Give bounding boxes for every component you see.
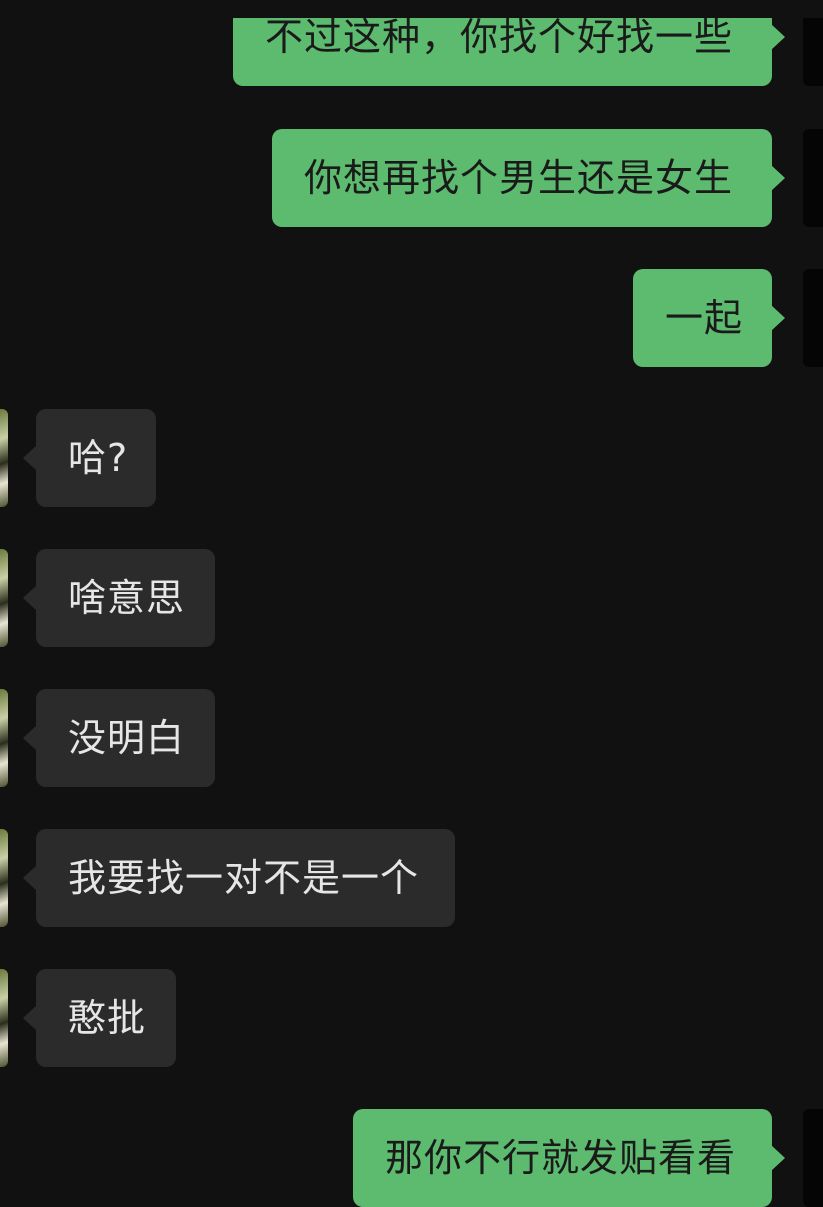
message-text: 你想再找个男生还是女生 xyxy=(304,156,734,200)
my-avatar[interactable] xyxy=(803,1109,823,1207)
outgoing-message-bubble[interactable]: 你想再找个男生还是女生 xyxy=(272,129,785,227)
incoming-message-bubble[interactable]: 我要找一对不是一个 xyxy=(23,829,455,927)
outgoing-message-bubble[interactable]: 一起 xyxy=(633,269,785,367)
message-text: 一起 xyxy=(665,296,744,340)
message-text: 啥意思 xyxy=(68,576,186,620)
message-text: 那你不行就发贴看看 xyxy=(385,1136,737,1180)
chat-message-list[interactable]: 不过这种，你找个好找一些 你想再找个男生还是女生 一起 哈? 啥意思 没明白 我… xyxy=(0,0,823,1207)
message-text: 没明白 xyxy=(68,716,186,760)
incoming-message-bubble[interactable]: 哈? xyxy=(23,409,156,507)
incoming-message-bubble[interactable]: 啥意思 xyxy=(23,549,215,647)
my-avatar[interactable] xyxy=(803,129,823,227)
my-avatar[interactable] xyxy=(803,269,823,367)
message-text: 不过这种，你找个好找一些 xyxy=(265,15,734,59)
incoming-message-bubble[interactable]: 憨批 xyxy=(23,969,176,1067)
outgoing-message-bubble[interactable]: 那你不行就发贴看看 xyxy=(353,1109,785,1207)
incoming-message-bubble[interactable]: 没明白 xyxy=(23,689,215,787)
top-status-strip xyxy=(0,0,823,18)
contact-avatar[interactable] xyxy=(0,969,8,1067)
contact-avatar[interactable] xyxy=(0,829,8,927)
contact-avatar[interactable] xyxy=(0,549,8,647)
message-text: 哈? xyxy=(68,436,129,480)
contact-avatar[interactable] xyxy=(0,689,8,787)
message-text: 憨批 xyxy=(68,996,147,1040)
message-text: 我要找一对不是一个 xyxy=(68,856,420,900)
contact-avatar[interactable] xyxy=(0,409,8,507)
